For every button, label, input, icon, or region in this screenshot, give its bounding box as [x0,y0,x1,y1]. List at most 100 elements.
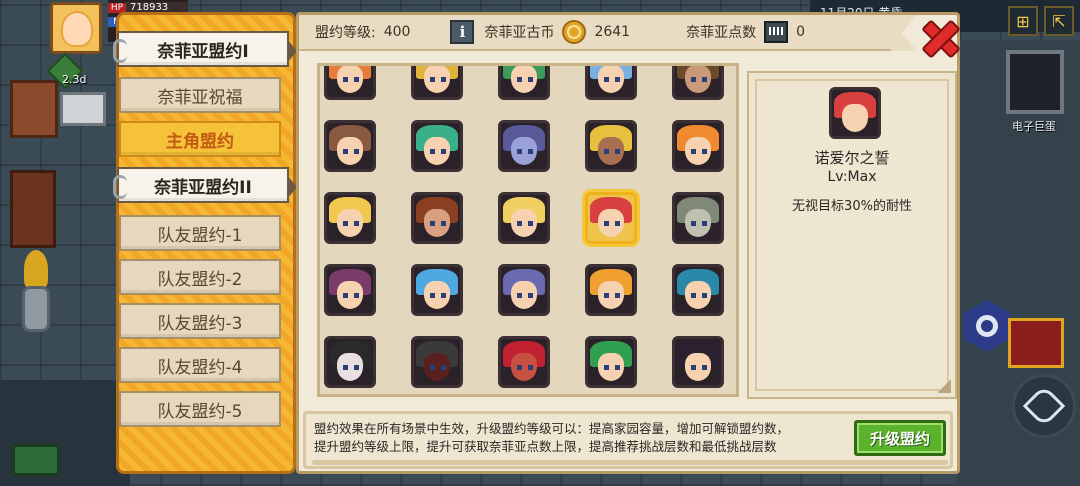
tv-label: 电子巨蛋 [1012,120,1056,133]
covenant-topbar: 盟约等级: 400 i 奈菲亚古币 2641 奈菲亚点数 0 [299,15,899,51]
eye-right [528,293,533,298]
eye-right [528,149,533,154]
face-shape [424,66,450,93]
covenant-name: 诺爱尔之誓 [814,149,890,167]
tab-hero-covenant[interactable]: 主角盟约 [119,121,281,157]
portrait-10[interactable] [672,120,724,172]
network-icon[interactable]: ⊞ [1008,6,1038,36]
portrait-selected[interactable] [585,192,637,244]
eye-left [517,149,522,154]
portrait-19[interactable] [585,264,637,316]
portrait-11[interactable] [324,192,376,244]
eye-left [604,77,609,82]
eye-left [517,365,522,370]
portrait-22[interactable] [411,336,463,388]
info-icon[interactable]: i [450,20,475,44]
portrait-13[interactable] [498,192,550,244]
tab-nephia-covenant-2[interactable]: 奈菲亚盟约II [113,167,297,203]
points-card-icon [764,21,789,43]
covenant-description: 盟约效果在所有场景中生效，升级盟约等级可以：提高家园容量，增加可解锁盟约数， 提… [314,420,844,456]
portrait-2[interactable] [411,66,463,100]
portrait-18[interactable] [498,264,550,316]
eye-left [343,149,348,154]
tab-label: 队友盟约-4 [157,357,243,378]
face-shape [511,137,537,165]
tab-nephia-blessing[interactable]: 奈菲亚祝福 [119,77,281,113]
face-shape [598,353,624,381]
eye-right [441,365,446,370]
portrait-12[interactable] [411,192,463,244]
portrait-16[interactable] [324,264,376,316]
portrait-21[interactable] [324,336,376,388]
detail-portrait [829,87,881,139]
face-shape [337,281,363,309]
portrait-7[interactable] [411,120,463,172]
eye-right [702,149,707,154]
ring-hook-icon [113,39,127,63]
portrait-17[interactable] [411,264,463,316]
portrait-6[interactable] [324,120,376,172]
eye-right [702,293,707,298]
hp-tag: HP [108,2,126,13]
face-shape [424,353,450,381]
chair-furniture [10,170,56,248]
bow-icon [1022,384,1066,428]
tab-label: 奈菲亚盟约I [157,41,249,62]
face-shape [424,209,450,237]
eye-right [615,149,620,154]
face-shape [337,66,363,93]
portrait-4[interactable] [585,66,637,100]
portrait-15[interactable] [672,192,724,244]
eye-right [528,365,533,370]
machine-furniture [60,92,106,126]
portrait-1[interactable] [324,66,376,100]
face-shape [598,209,624,237]
coin-value: 2641 [594,24,631,40]
eye-left [430,221,435,226]
face-shape [511,353,537,381]
tab-teammate-covenant-2[interactable]: 队友盟约-2 [119,259,281,295]
portrait-8[interactable] [498,120,550,172]
tab-teammate-covenant-4[interactable]: 队友盟约-4 [119,347,281,383]
eye-right [528,221,533,226]
coin-label: 奈菲亚古币 [484,25,555,41]
covenant-portrait-grid [317,63,739,397]
close-button[interactable] [921,19,961,59]
face-shape [337,209,363,237]
portrait-20[interactable] [672,264,724,316]
eye-right [615,77,620,82]
portrait-9[interactable] [585,120,637,172]
eye-left [691,221,696,226]
covenant-effect: 无视目标30%的耐性 [792,199,912,214]
eye-right [615,221,620,226]
eye-left [604,293,609,298]
portrait-23[interactable] [498,336,550,388]
eye-left [517,77,522,82]
eye-left [430,293,435,298]
eye-left [604,221,609,226]
eye-left [691,365,696,370]
eye-left [430,149,435,154]
upgrade-covenant-button[interactable]: 升级盟约 [854,420,946,456]
tab-nephia-covenant-1[interactable]: 奈菲亚盟约I [113,31,297,67]
tab-teammate-covenant-5[interactable]: 队友盟约-5 [119,391,281,427]
covenant-dialog: 盟约等级: 400 i 奈菲亚古币 2641 奈菲亚点数 0 诺爱尔之誓 Lv:… [296,12,960,474]
nephia-coin: 奈菲亚古币 2641 [484,20,630,44]
portrait-3[interactable] [498,66,550,100]
tab-teammate-covenant-1[interactable]: 队友盟约-1 [119,215,281,251]
eye-left [604,365,609,370]
tab-teammate-covenant-3[interactable]: 队友盟约-3 [119,303,281,339]
eye-left [430,77,435,82]
treasure-chest-icon[interactable] [1008,318,1064,368]
player-avatar[interactable] [50,2,102,54]
portrait-24[interactable] [585,336,637,388]
portrait-5[interactable] [672,66,724,100]
action-joystick[interactable] [1012,374,1076,438]
portrait-25[interactable] [672,336,724,388]
exit-icon[interactable]: ⇱ [1044,6,1074,36]
horizontal-scrollbar[interactable] [312,460,948,465]
covenant-detail-panel: 诺爱尔之誓 Lv:Max 无视目标30%的耐性 [747,71,957,399]
eye-right [354,365,359,370]
avatar-face-icon [61,11,93,47]
eye-left [343,365,348,370]
